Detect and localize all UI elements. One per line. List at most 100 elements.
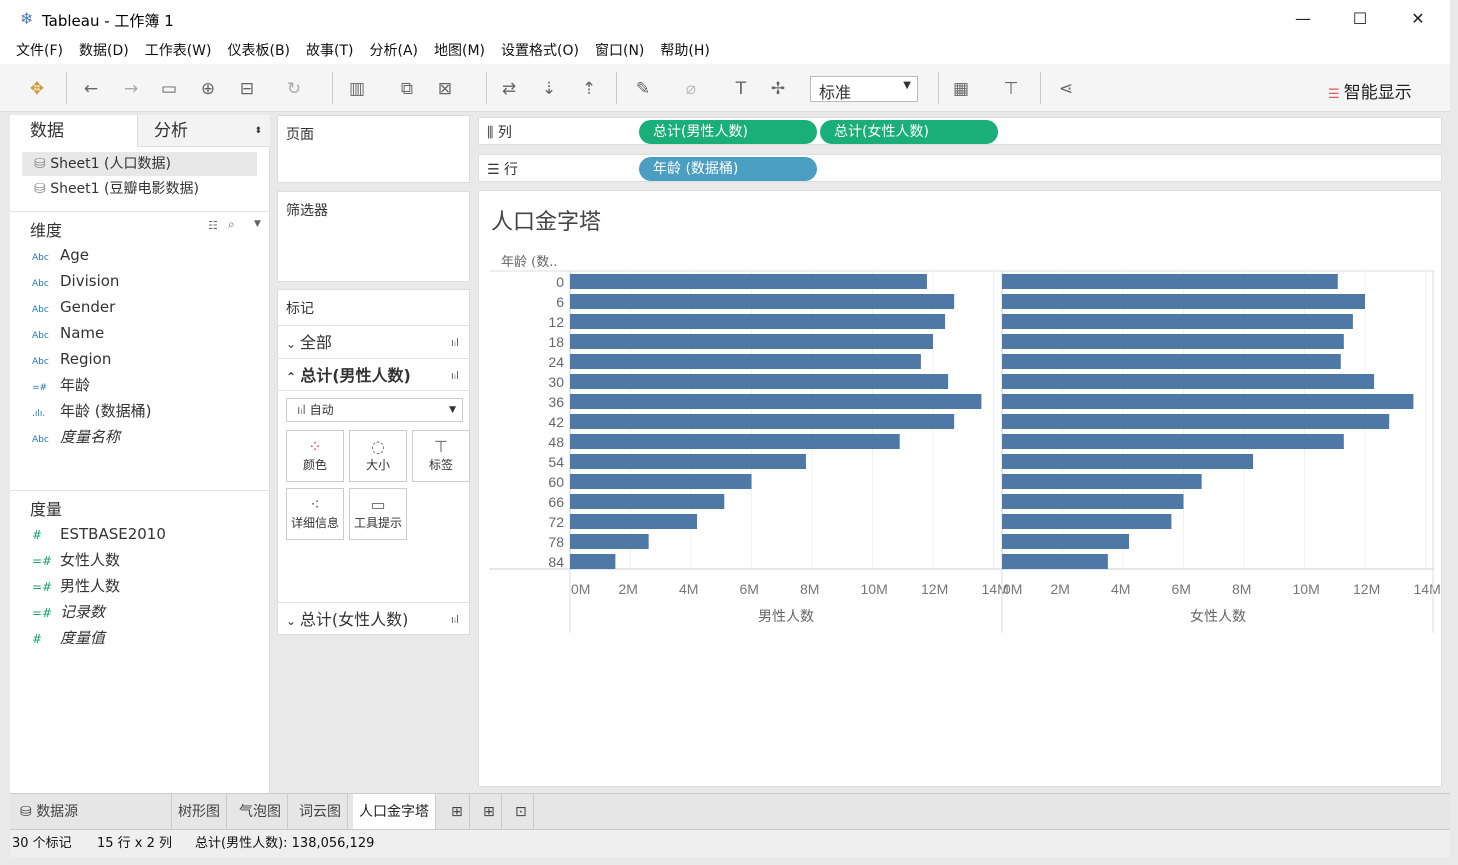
marks-female[interactable]: ⌄ 总计(女性人数) ıᵢl bbox=[278, 602, 469, 635]
smart-show-button[interactable]: ☰ 智能显示 bbox=[1328, 78, 1412, 103]
new-datasource-icon[interactable]: ⊕ bbox=[197, 78, 219, 100]
menu-bar: 文件(F) 数据(D) 工作表(W) 仪表板(B) 故事(T) 分析(A) 地图(M) 设置格… bbox=[0, 38, 1450, 64]
bar-icon: ıᵢl bbox=[450, 336, 459, 349]
list-view-icon[interactable]: ☷ bbox=[208, 219, 218, 232]
datasource-item[interactable]: ⛁ Sheet1 (豆瓣电影数据) bbox=[22, 177, 257, 201]
field-item[interactable]: =# 年龄 bbox=[32, 372, 262, 398]
menu-item[interactable]: 帮助(H) bbox=[660, 38, 709, 64]
pages-card[interactable]: 页面 bbox=[277, 115, 470, 183]
sheet-tab[interactable]: 树形图 bbox=[172, 794, 227, 830]
save-icon[interactable]: ▭ bbox=[158, 78, 180, 100]
marks-all[interactable]: ⌄ 全部 ıᵢl bbox=[278, 325, 469, 358]
field-item[interactable]: .ılı. 年龄 (数据桶) bbox=[32, 398, 262, 424]
pause-icon[interactable]: ⊟ bbox=[236, 78, 258, 100]
bar-icon: ıᵢl bbox=[297, 403, 310, 417]
marks-male[interactable]: ⌃ 总计(男性人数) ıᵢl bbox=[278, 358, 469, 391]
label-label: 标签 bbox=[428, 458, 453, 472]
field-item[interactable]: =# 记录数 bbox=[32, 599, 262, 625]
rows-icon: ☰ bbox=[487, 162, 505, 178]
menu-item[interactable]: 工作表(W) bbox=[145, 38, 212, 64]
field-item[interactable]: # 度量值 bbox=[32, 625, 262, 651]
menu-item[interactable]: 文件(F) bbox=[16, 38, 63, 64]
columns-shelf-label: ⫼ 列 bbox=[487, 122, 512, 142]
search-icon[interactable]: ⌕ bbox=[228, 217, 235, 232]
new-sheet-icon[interactable]: ▥ bbox=[346, 78, 368, 100]
sort-ascending-icon[interactable]: ⇣ bbox=[538, 78, 560, 100]
new-story-icon[interactable]: ⊡ bbox=[509, 794, 534, 830]
y-tick-label: 24 bbox=[548, 354, 564, 370]
field-item[interactable]: Abc Name bbox=[32, 320, 262, 346]
menu-item[interactable]: 故事(T) bbox=[306, 38, 353, 64]
show-cards-icon[interactable]: ▦ bbox=[950, 78, 972, 100]
y-tick-label: 6 bbox=[556, 294, 564, 310]
sheet-tab-active[interactable]: 人口金字塔 bbox=[353, 794, 436, 830]
new-dashboard-icon[interactable]: ⊞ bbox=[477, 794, 502, 830]
row-pill[interactable]: 年龄 (数据桶) bbox=[639, 157, 817, 181]
datasource-item[interactable]: ⛁ Sheet1 (人口数据) bbox=[22, 152, 257, 176]
tableau-icon[interactable]: ✥ bbox=[26, 78, 48, 100]
bar bbox=[570, 294, 955, 309]
datasource-tab[interactable]: ⛁ 数据源 bbox=[10, 794, 172, 830]
menu-item[interactable]: 分析(A) bbox=[370, 38, 419, 64]
number-type-icon: =# bbox=[32, 580, 53, 594]
highlight-icon[interactable]: ✎ bbox=[632, 78, 654, 100]
y-tick-label: 72 bbox=[548, 514, 564, 530]
axis-title: 男性人数 bbox=[758, 609, 814, 625]
clear-sheet-icon[interactable]: ⊠ bbox=[434, 78, 456, 100]
color-button[interactable]: ⁘ 颜色 bbox=[286, 430, 344, 482]
labels-icon[interactable]: T bbox=[730, 78, 752, 100]
forward-icon[interactable]: → bbox=[120, 78, 142, 100]
refresh-icon[interactable]: ↻ bbox=[283, 78, 305, 100]
column-pill[interactable]: 总计(男性人数) bbox=[639, 120, 817, 144]
sheet-tab[interactable]: 词云图 bbox=[293, 794, 348, 830]
field-item[interactable]: Abc Region bbox=[32, 346, 262, 372]
pin-icon[interactable]: ✢ bbox=[767, 78, 789, 100]
field-item[interactable]: =# 女性人数 bbox=[32, 547, 262, 573]
swap-icon[interactable]: ⇄ bbox=[498, 78, 520, 100]
tooltip-button[interactable]: ▭ 工具提示 bbox=[349, 488, 407, 540]
filters-card[interactable]: 筛选器 bbox=[277, 191, 470, 282]
chevron-down-icon[interactable]: ▼ bbox=[254, 219, 261, 229]
smart-show-label: 智能显示 bbox=[1343, 83, 1412, 103]
duplicate-sheet-icon[interactable]: ⧉ bbox=[396, 78, 418, 100]
close-button[interactable]: ✕ bbox=[1398, 6, 1438, 32]
rows-shelf[interactable]: ☰ 行 年龄 (数据桶) bbox=[478, 154, 1442, 182]
field-item[interactable]: # ESTBASE2010 bbox=[32, 521, 262, 547]
share-icon[interactable]: ⋖ bbox=[1055, 78, 1077, 100]
column-pill[interactable]: 总计(女性人数) bbox=[820, 120, 998, 144]
sort-descending-icon[interactable]: ⇡ bbox=[578, 78, 600, 100]
back-icon[interactable]: ← bbox=[80, 78, 102, 100]
field-item[interactable]: Abc Age bbox=[32, 242, 262, 268]
detail-button[interactable]: ⁖ 详细信息 bbox=[286, 488, 344, 540]
size-button[interactable]: ◌ 大小 bbox=[349, 430, 407, 482]
field-item[interactable]: Abc 度量名称 bbox=[32, 424, 262, 450]
fit-select-value: 标准 bbox=[819, 83, 852, 102]
columns-label: 列 bbox=[497, 125, 512, 141]
field-name: Name bbox=[60, 324, 105, 342]
new-worksheet-icon[interactable]: ⊞ bbox=[445, 794, 470, 830]
bar bbox=[570, 354, 921, 369]
tab-data[interactable]: 数据 bbox=[10, 115, 137, 147]
mark-type-select[interactable]: ıᵢl 自动 ▼ bbox=[286, 398, 463, 422]
field-item[interactable]: Abc Division bbox=[32, 268, 262, 294]
menu-item[interactable]: 数据(D) bbox=[79, 38, 129, 64]
field-item[interactable]: Abc Gender bbox=[32, 294, 262, 320]
minimize-button[interactable]: — bbox=[1283, 6, 1323, 32]
fit-select[interactable]: 标准 ▼ bbox=[810, 76, 918, 102]
datasource-tab-label: 数据源 bbox=[36, 804, 79, 820]
menu-item[interactable]: 地图(M) bbox=[434, 38, 485, 64]
menu-item[interactable]: 窗口(N) bbox=[595, 38, 644, 64]
menu-item[interactable]: 仪表板(B) bbox=[227, 38, 290, 64]
x-tick-label: 12M bbox=[1353, 581, 1380, 597]
sheet-tab[interactable]: 气泡图 bbox=[233, 794, 288, 830]
x-tick-label: 2M bbox=[619, 581, 638, 597]
menu-item[interactable]: 设置格式(O) bbox=[501, 38, 579, 64]
x-tick-label: 4M bbox=[1111, 581, 1130, 597]
columns-shelf[interactable]: ⫼ 列 总计(男性人数) 总计(女性人数) bbox=[478, 117, 1442, 145]
tab-analysis[interactable]: 分析 ⬍ bbox=[137, 115, 270, 147]
field-item[interactable]: =# 男性人数 bbox=[32, 573, 262, 599]
maximize-button[interactable]: ☐ bbox=[1340, 6, 1380, 32]
label-button[interactable]: ⊤ 标签 bbox=[412, 430, 470, 482]
group-icon[interactable]: ⌀ bbox=[680, 78, 702, 100]
presentation-icon[interactable]: ⊤ bbox=[1000, 78, 1022, 100]
